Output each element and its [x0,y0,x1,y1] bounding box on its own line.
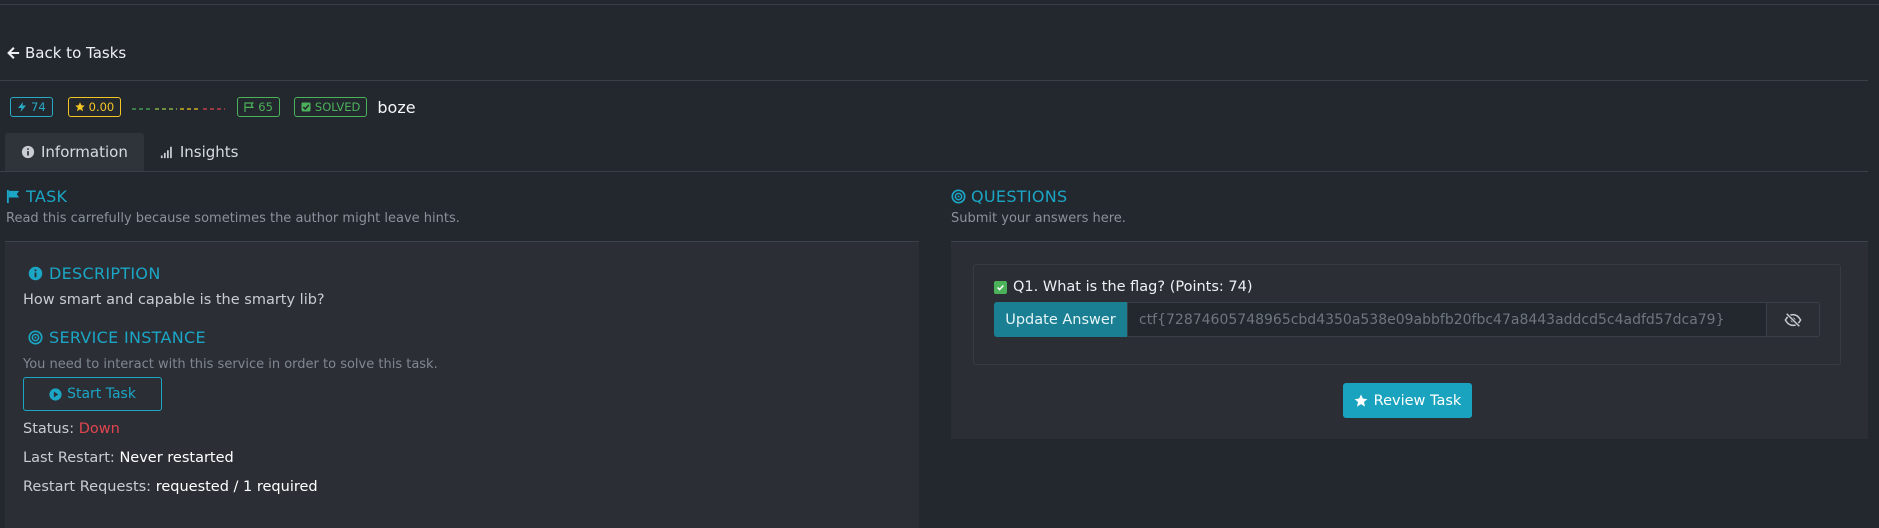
solves-badge: 65 [237,97,280,117]
questions-subtitle: Submit your answers here. [951,211,1126,226]
restart-requests-line: Restart Requests: requested / 1 required [23,479,318,495]
description-text: How smart and capable is the smarty lib? [23,292,325,308]
check-square-icon [301,102,311,112]
tab-insights[interactable]: Insights [144,133,255,171]
bolt-icon [18,102,26,112]
question-label: Q1. What is the flag? (Points: 74) [994,279,1253,295]
star-icon [74,102,85,112]
back-to-tasks-link[interactable]: Back to Tasks [6,44,126,62]
tab-insights-label: Insights [179,143,239,161]
points-badge: 74 [10,97,53,117]
info-circle-icon [21,145,35,159]
answer-input-group: Update Answer [994,302,1820,337]
check-square-icon [994,280,1007,294]
last-restart-line: Last Restart: Never restarted [23,450,234,466]
review-task-button[interactable]: Review Task [1343,383,1472,418]
eye-slash-icon [1784,312,1802,327]
header-divider [0,80,1868,81]
restart-requests-value: requested / 1 required [155,479,318,495]
description-heading: DESCRIPTION [28,264,161,283]
solved-badge: SOLVED [293,97,368,117]
service-instance-subtitle: You need to interact with this service i… [23,357,438,372]
task-tabs: Information Insights [5,133,254,171]
last-restart-value: Never restarted [119,450,234,466]
update-answer-button[interactable]: Update Answer [994,302,1127,337]
top-divider [0,4,1879,5]
task-subtitle: Read this carrefully because sometimes t… [6,211,460,226]
target-icon [951,189,966,204]
rating-badge: 0.00 [67,97,122,117]
review-task-label: Review Task [1373,392,1462,409]
start-task-button[interactable]: Start Task [23,377,162,411]
status-label: Status: [23,421,75,437]
author-name[interactable]: boze [377,98,415,117]
points-value: 74 [31,100,46,114]
tab-information[interactable]: Information [5,133,144,171]
toggle-visibility-button[interactable] [1767,302,1820,337]
questions-title: QUESTIONS [971,187,1068,206]
description-title: DESCRIPTION [49,264,161,283]
solved-label: SOLVED [314,100,361,114]
rating-value: 0.00 [88,100,115,114]
last-restart-label: Last Restart: [23,450,115,466]
difficulty-indicator [132,104,226,110]
service-instance-heading: SERVICE INSTANCE [28,328,206,347]
task-title: TASK [26,187,68,206]
info-circle-icon [28,266,43,281]
target-icon [28,330,43,345]
play-circle-icon [49,387,62,401]
tab-information-label: Information [41,143,128,161]
star-icon [1354,394,1368,407]
question-text: Q1. What is the flag? (Points: 74) [1013,279,1253,295]
questions-heading: QUESTIONS [951,187,1067,206]
start-task-label: Start Task [67,386,136,402]
flag-icon [244,102,255,112]
signal-bars-icon [160,146,172,159]
service-instance-title: SERVICE INSTANCE [49,328,206,347]
arrow-left-icon [7,47,20,59]
task-heading: TASK [6,187,67,206]
flag-icon [6,189,20,204]
solves-value: 65 [258,100,273,114]
status-line: Status: Down [23,421,120,437]
tabs-divider [0,171,1868,172]
answer-field[interactable] [1127,302,1767,337]
back-label: Back to Tasks [25,44,127,62]
status-value: Down [78,421,120,437]
restart-requests-label: Restart Requests: [23,479,152,495]
task-meta-bar: 74 0.00 65 SOLVED boze [10,97,416,117]
